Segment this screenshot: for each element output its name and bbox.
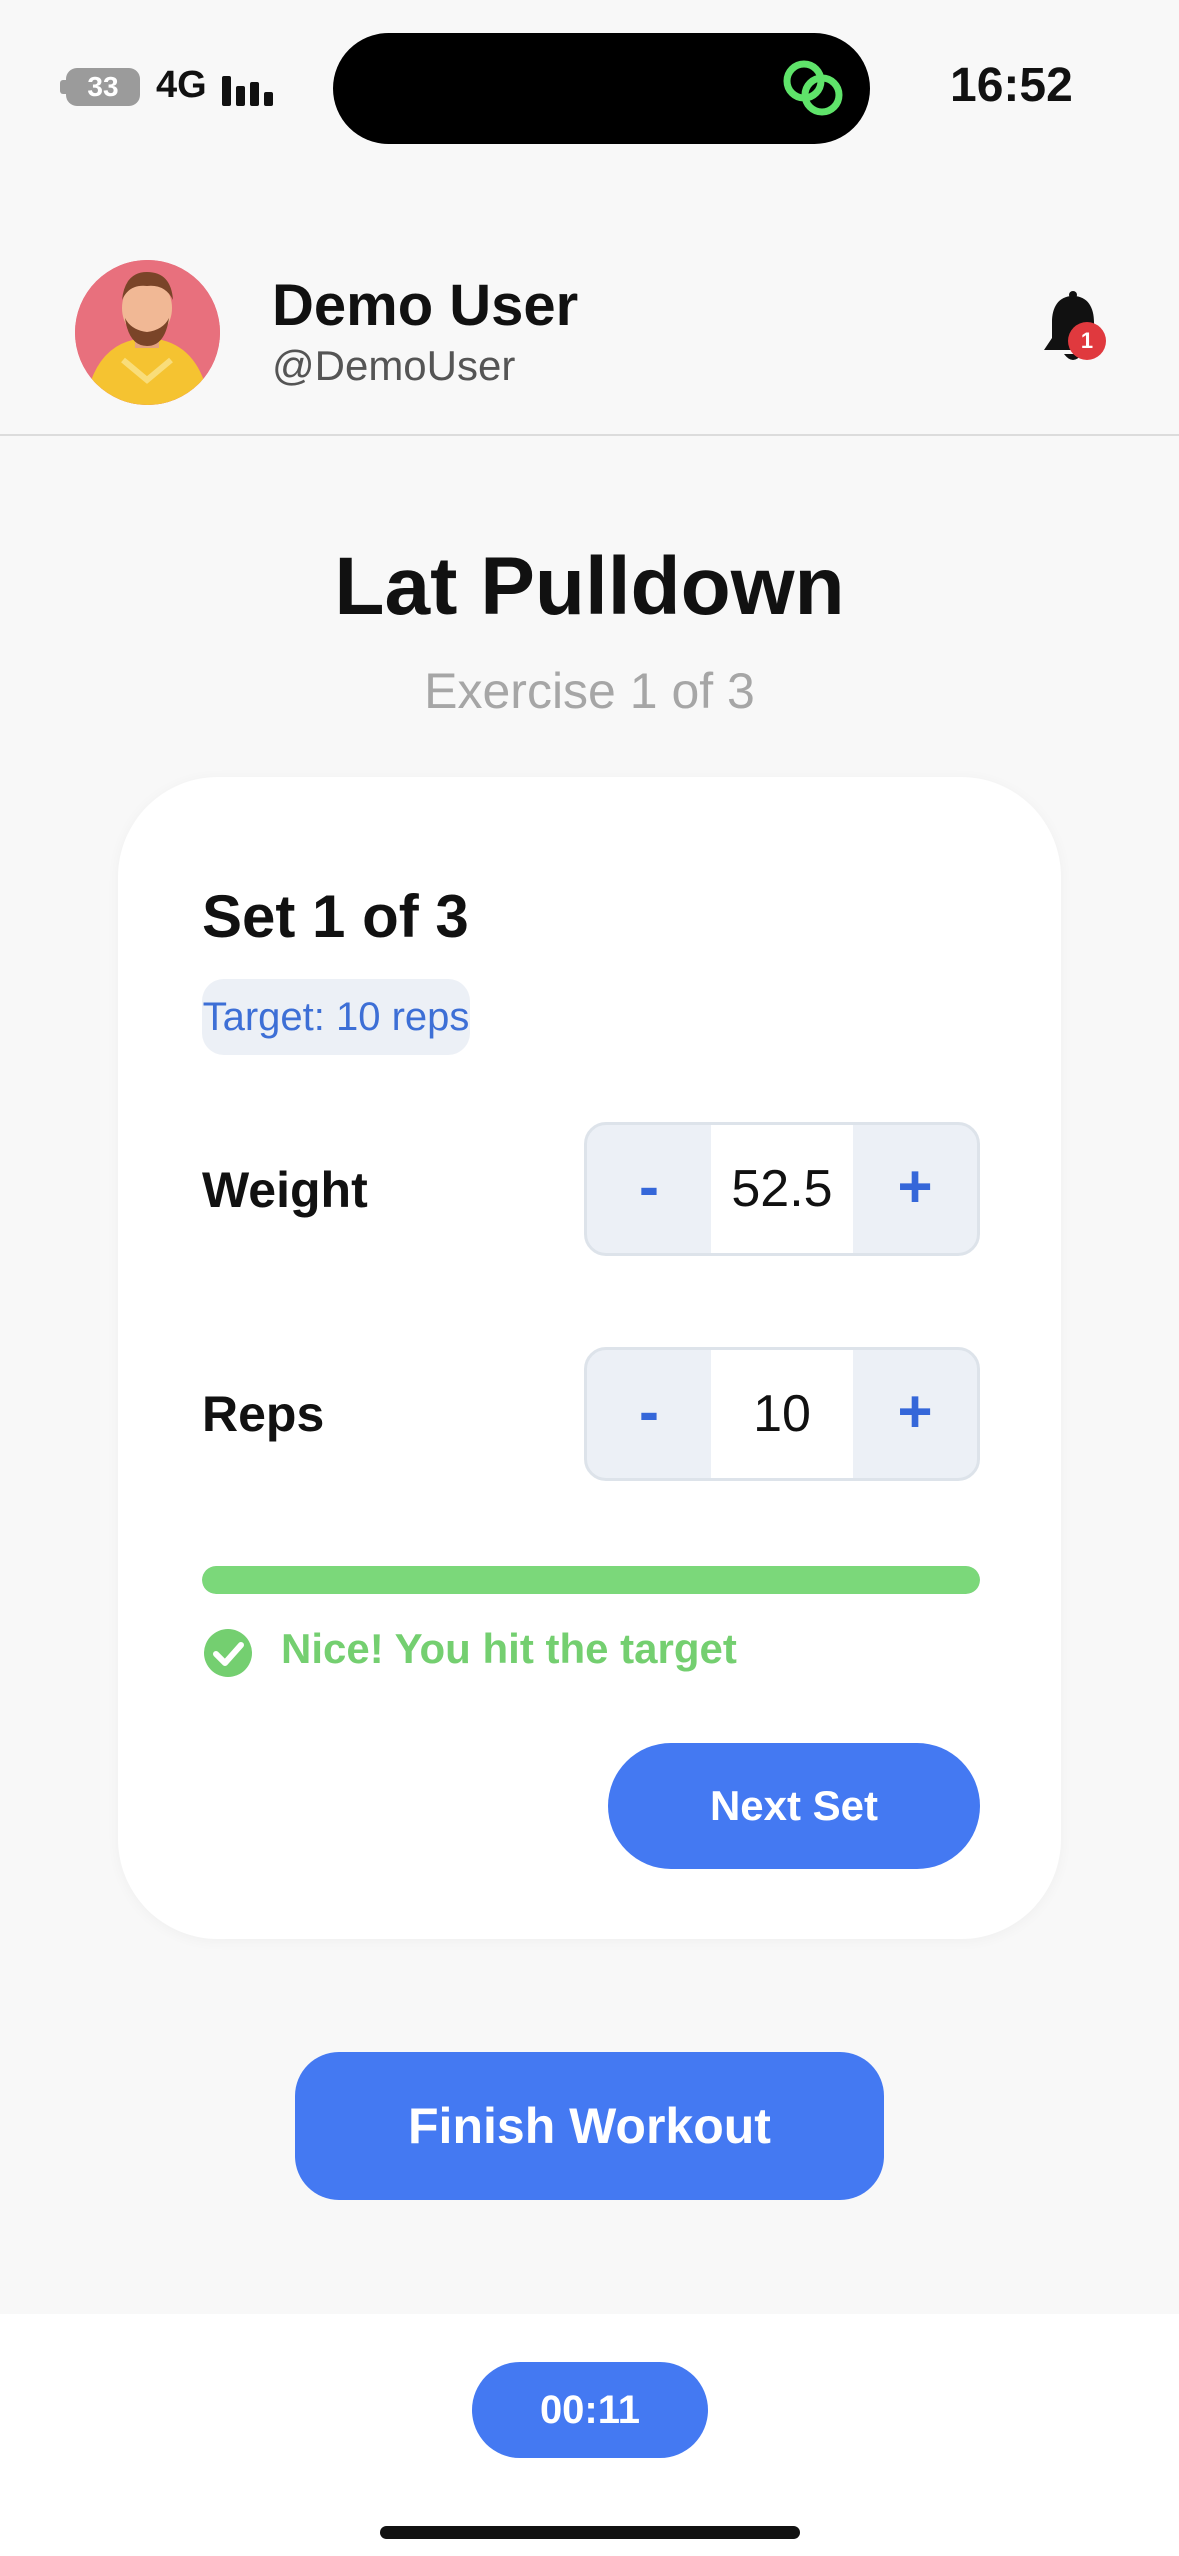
avatar-illustration bbox=[75, 260, 220, 405]
signal-icon bbox=[222, 70, 282, 106]
exercise-progress: Exercise 1 of 3 bbox=[424, 663, 755, 719]
success-message: Nice! You hit the target bbox=[281, 1625, 737, 1672]
status-time: 16:52 bbox=[950, 59, 1073, 112]
reps-stepper: - 10 + bbox=[584, 1347, 980, 1481]
reps-progress-fill bbox=[202, 1566, 980, 1594]
workout-timer[interactable]: 00:11 bbox=[472, 2362, 708, 2458]
home-indicator[interactable] bbox=[380, 2526, 800, 2539]
set-title: Set 1 of 3 bbox=[202, 883, 469, 950]
check-circle-icon bbox=[204, 1629, 252, 1677]
profile-header: Demo User @DemoUser bbox=[0, 250, 1179, 436]
bottom-bar: 00:11 bbox=[0, 2314, 1179, 2556]
next-set-button[interactable]: Next Set bbox=[608, 1743, 980, 1869]
user-handle: @DemoUser bbox=[272, 342, 516, 389]
reps-input[interactable]: 10 bbox=[711, 1350, 853, 1478]
weight-decrement-button[interactable]: - bbox=[587, 1125, 711, 1253]
reps-decrement-button[interactable]: - bbox=[587, 1350, 711, 1478]
finish-workout-button[interactable]: Finish Workout bbox=[295, 2052, 884, 2200]
target-badge: Target: 10 reps bbox=[202, 979, 470, 1055]
exercise-title: Lat Pulldown bbox=[334, 541, 845, 632]
status-bar: 33 4G 16:52 bbox=[0, 0, 1179, 150]
notification-badge: 1 bbox=[1068, 322, 1106, 360]
linked-rings-icon bbox=[783, 60, 843, 116]
reps-progress-bar bbox=[202, 1566, 980, 1594]
set-card: Set 1 of 3 Target: 10 reps Weight - 52.5… bbox=[118, 777, 1061, 1939]
weight-label: Weight bbox=[202, 1162, 368, 1218]
network-type: 4G bbox=[156, 64, 207, 106]
weight-stepper: - 52.5 + bbox=[584, 1122, 980, 1256]
avatar[interactable] bbox=[75, 260, 220, 405]
weight-increment-button[interactable]: + bbox=[853, 1125, 977, 1253]
weight-input[interactable]: 52.5 bbox=[711, 1125, 853, 1253]
reps-increment-button[interactable]: + bbox=[853, 1350, 977, 1478]
user-name: Demo User bbox=[272, 273, 579, 338]
battery-indicator: 33 bbox=[66, 68, 140, 106]
dynamic-island bbox=[333, 33, 870, 144]
reps-label: Reps bbox=[202, 1386, 325, 1442]
workout-screen: 33 4G 16:52 Demo User @DemoUser 1 Lat Pu… bbox=[0, 0, 1179, 2556]
